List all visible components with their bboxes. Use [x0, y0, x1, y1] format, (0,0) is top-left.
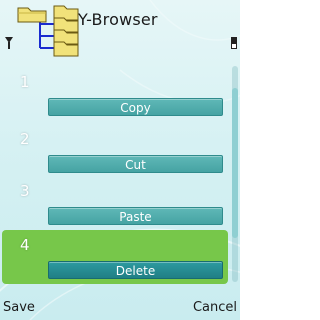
list-item[interactable]: 3 Paste — [2, 176, 228, 232]
scrollbar[interactable] — [232, 66, 238, 282]
delete-button[interactable]: Delete — [48, 261, 223, 279]
list-item[interactable]: 2 Cut — [2, 124, 228, 180]
cancel-softkey[interactable]: Cancel — [193, 300, 237, 315]
save-softkey[interactable]: Save — [3, 300, 35, 315]
title-bar: Y-Browser — [0, 0, 240, 62]
list-item[interactable]: 1 Copy — [2, 67, 228, 123]
copy-button[interactable]: Copy — [48, 98, 223, 116]
app-title: Y-Browser — [78, 10, 158, 29]
folder-tree-icon — [17, 5, 79, 57]
scrollbar-thumb[interactable] — [232, 88, 238, 238]
item-number: 4 — [20, 236, 30, 254]
item-number: 2 — [20, 130, 30, 148]
cut-button[interactable]: Cut — [48, 155, 223, 173]
item-number: 1 — [20, 73, 30, 91]
screen: Y-Browser 1 Copy 2 Cut 3 Paste 4 Delete — [0, 0, 240, 320]
battery-level-icon — [231, 37, 237, 49]
signal-antenna-icon — [5, 37, 13, 49]
list-item-selected[interactable]: 4 Delete — [2, 230, 228, 284]
paste-button[interactable]: Paste — [48, 207, 223, 225]
softkey-bar: Save Cancel — [0, 290, 240, 320]
item-number: 3 — [20, 182, 30, 200]
